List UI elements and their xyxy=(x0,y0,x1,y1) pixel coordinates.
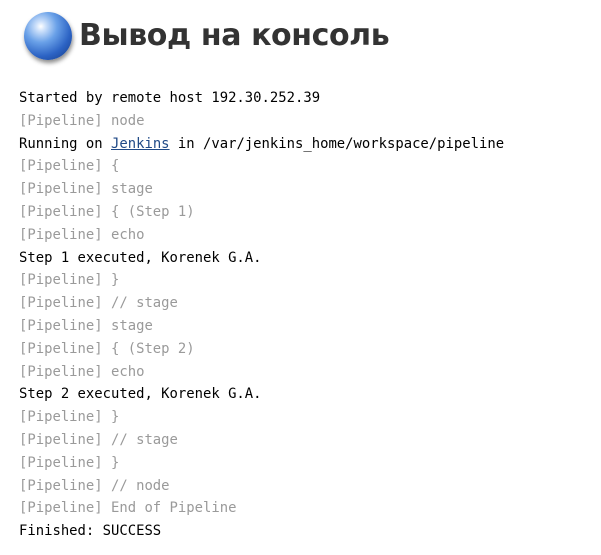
console-output: Started by remote host 192.30.252.39 [Pip… xyxy=(19,87,504,543)
console-line: Step 1 executed, Korenek G.A. xyxy=(19,249,262,266)
console-line-finished: Finished: SUCCESS xyxy=(19,523,162,540)
console-line-pipeline: [Pipeline] // stage xyxy=(19,295,178,312)
console-line-pipeline: [Pipeline] echo xyxy=(19,226,145,243)
console-line-pipeline: [Pipeline] End of Pipeline xyxy=(19,500,237,517)
console-line-pipeline: [Pipeline] { xyxy=(19,158,120,175)
page-header: Вывод на консоль xyxy=(24,10,390,62)
console-line-pipeline: [Pipeline] } xyxy=(19,272,120,289)
console-line-pipeline: [Pipeline] } xyxy=(19,454,120,471)
console-line-pipeline: [Pipeline] // node xyxy=(19,477,170,494)
console-line: Running on Jenkins in /var/jenkins_home/… xyxy=(19,133,504,156)
console-line: Step 2 executed, Korenek G.A. xyxy=(19,386,262,403)
console-line-pipeline: [Pipeline] } xyxy=(19,409,120,426)
console-line-pipeline: [Pipeline] { (Step 2) xyxy=(19,340,195,357)
blue-ball-icon xyxy=(24,12,72,60)
console-line-pipeline: [Pipeline] stage xyxy=(19,317,153,334)
console-text: in /var/jenkins_home/workspace/pipeline xyxy=(169,135,505,152)
console-line-pipeline: [Pipeline] echo xyxy=(19,363,145,380)
console-line-pipeline: [Pipeline] node xyxy=(19,112,145,129)
jenkins-node-link[interactable]: Jenkins xyxy=(111,136,170,152)
console-line-pipeline: [Pipeline] stage xyxy=(19,181,153,198)
console-line-pipeline: [Pipeline] // stage xyxy=(19,431,178,448)
console-line: Started by remote host 192.30.252.39 xyxy=(19,90,321,106)
console-line-pipeline: [Pipeline] { (Step 1) xyxy=(19,203,195,220)
console-text: Running on xyxy=(19,135,111,152)
page-title: Вывод на консоль xyxy=(79,18,390,53)
